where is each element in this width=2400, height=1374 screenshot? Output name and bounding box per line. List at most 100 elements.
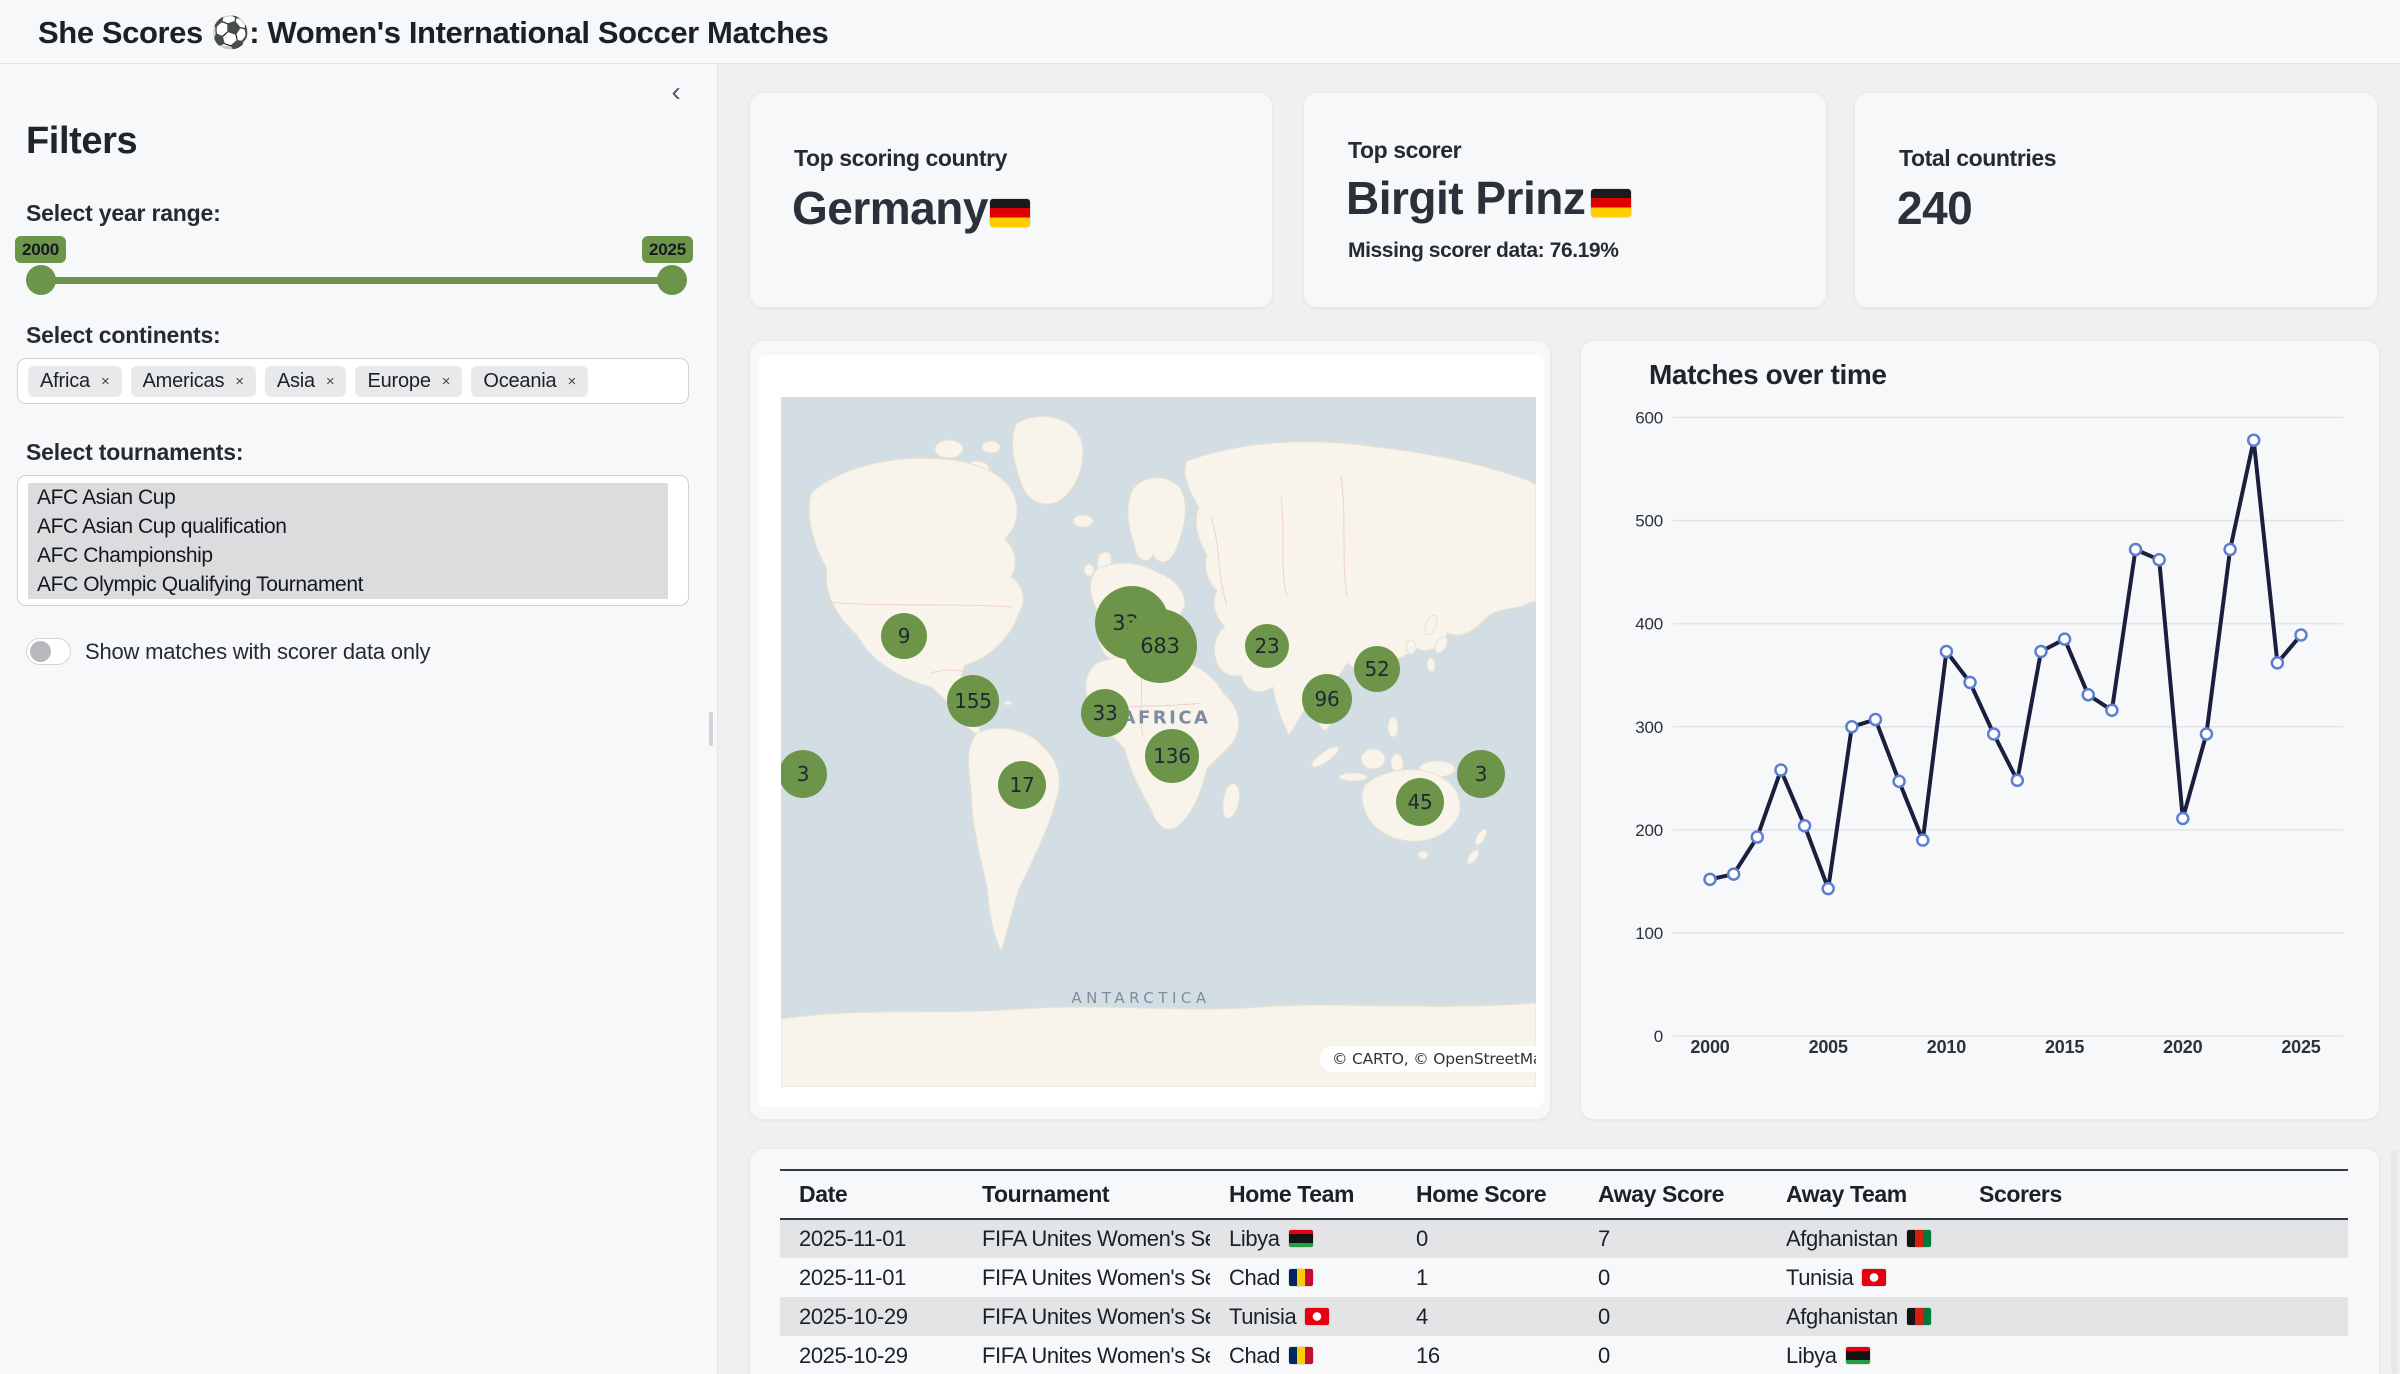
map-cluster-central-asia[interactable]: 23 — [1245, 624, 1289, 668]
cell-home-team: Libya — [1210, 1219, 1397, 1258]
world-map[interactable]: AFRICA ANTARCTICA 9155173333683331362396… — [781, 397, 1536, 1087]
sidebar-collapse-chevron-left-icon[interactable]: ‹ — [659, 76, 693, 110]
map-cluster-europe[interactable]: 683 — [1123, 609, 1197, 683]
cell-home-team: Tunisia — [1210, 1297, 1397, 1336]
matches-line-chart[interactable]: 0100200300400500600200020052010201520202… — [1581, 341, 2381, 1101]
remove-tag-icon[interactable]: × — [567, 373, 576, 390]
column-header-tournament: Tournament — [963, 1170, 1210, 1219]
metric-note: Missing scorer data: 76.19% — [1348, 239, 1619, 263]
page-title: She Scores ⚽: Women's International Socc… — [38, 14, 828, 51]
metric-label: Total countries — [1899, 145, 2056, 172]
year-range-label: Select year range: — [26, 200, 221, 227]
continent-tag-africa[interactable]: Africa × — [28, 366, 122, 397]
map-cluster-pacific-east[interactable]: 3 — [1457, 750, 1505, 798]
remove-tag-icon[interactable]: × — [326, 373, 335, 390]
svg-text:2000: 2000 — [1690, 1037, 1729, 1057]
svg-text:2015: 2015 — [2045, 1037, 2084, 1057]
metric-card-total-countries: Total countries 240 — [1854, 92, 2378, 308]
tournament-option[interactable]: AFC Olympic Qualifying Tournament — [28, 570, 668, 599]
remove-tag-icon[interactable]: × — [235, 373, 244, 390]
svg-text:2005: 2005 — [1809, 1037, 1848, 1057]
scorer-toggle-label: Show matches with scorer data only — [85, 639, 430, 665]
cell-home-score: 1 — [1397, 1258, 1579, 1297]
cell-away-score: 0 — [1579, 1258, 1767, 1297]
cell-home-team: Chad — [1210, 1336, 1397, 1374]
svg-text:400: 400 — [1635, 615, 1663, 634]
continent-tag-asia[interactable]: Asia× — [265, 366, 347, 397]
map-cluster-east-asia[interactable]: 52 — [1354, 646, 1400, 692]
germany-flag-icon — [990, 199, 1030, 227]
map-panel: AFRICA ANTARCTICA 9155173333683331362396… — [758, 355, 1544, 1107]
afghanistan-flag-icon — [1907, 1308, 1931, 1325]
app-header: She Scores ⚽: Women's International Socc… — [0, 0, 2400, 64]
cell-away-score: 0 — [1579, 1336, 1767, 1374]
map-cluster-north-america-west[interactable]: 9 — [881, 613, 927, 659]
tournaments-listbox[interactable]: AFC Asian CupAFC Asian Cup qualification… — [17, 475, 689, 606]
cell-date: 2025-10-29 — [780, 1297, 963, 1336]
continent-tag-americas[interactable]: Americas × — [131, 366, 256, 397]
cell-home-score: 4 — [1397, 1297, 1579, 1336]
filters-heading: Filters — [26, 120, 137, 163]
africa-map-label: AFRICA — [1122, 708, 1211, 729]
remove-tag-icon[interactable]: × — [101, 373, 110, 390]
remove-tag-icon[interactable]: × — [442, 373, 451, 390]
tunisia-flag-icon — [1305, 1308, 1329, 1325]
year-range-slider-track[interactable] — [28, 277, 676, 284]
map-card: AFRICA ANTARCTICA 9155173333683331362396… — [749, 340, 1551, 1120]
map-cluster-central-africa[interactable]: 136 — [1145, 729, 1199, 783]
column-header-home-score: Home Score — [1397, 1170, 1579, 1219]
tournament-option[interactable]: AFC Championship — [28, 541, 668, 570]
cell-tournament: FIFA Unites Women's Series — [963, 1219, 1210, 1258]
continent-tag-europe[interactable]: Europe × — [355, 366, 462, 397]
libya-flag-icon — [1289, 1230, 1313, 1247]
continent-tag-label: Europe — [367, 370, 430, 393]
continent-tag-label: Africa — [40, 370, 90, 393]
svg-text:2025: 2025 — [2281, 1037, 2320, 1057]
metric-value: Birgit Prinz — [1346, 171, 1631, 225]
continent-tag-label: Oceania — [483, 370, 556, 393]
svg-text:300: 300 — [1635, 718, 1663, 737]
map-attribution[interactable]: © CARTO, © OpenStreetMap contrib — [1320, 1046, 1536, 1072]
table-header-row: DateTournamentHome TeamHome ScoreAway Sc… — [780, 1170, 2348, 1219]
column-header-away-score: Away Score — [1579, 1170, 1767, 1219]
filters-sidebar: ‹ Filters Select year range: 2000 2025 S… — [0, 64, 718, 1374]
tournament-option[interactable]: AFC Asian Cup — [28, 483, 668, 512]
year-range-end-badge: 2025 — [642, 236, 693, 263]
cell-date: 2025-11-01 — [780, 1219, 963, 1258]
table-row: 2025-11-01FIFA Unites Women's SeriesChad… — [780, 1258, 2348, 1297]
table-row: 2025-10-29FIFA Unites Women's SeriesTuni… — [780, 1297, 2348, 1336]
scorer-data-toggle[interactable] — [26, 638, 71, 665]
page-scrollbar-thumb[interactable] — [2391, 1150, 2398, 1374]
year-range-slider-handle-min[interactable] — [26, 265, 56, 295]
chad-flag-icon — [1289, 1347, 1313, 1364]
metric-label: Top scoring country — [794, 145, 1007, 172]
tournament-option[interactable]: AFC Asian Cup qualification — [28, 512, 668, 541]
tournaments-label: Select tournaments: — [26, 439, 243, 466]
map-cluster-southeast-asia[interactable]: 96 — [1302, 674, 1352, 724]
cell-tournament: FIFA Unites Women's Series — [963, 1336, 1210, 1374]
cell-home-score: 16 — [1397, 1336, 1579, 1374]
map-cluster-south-america[interactable]: 17 — [998, 761, 1046, 809]
sidebar-scrollbar-thumb[interactable] — [709, 712, 713, 746]
map-cluster-pacific-west[interactable]: 3 — [781, 750, 827, 798]
metric-value: Germany — [792, 181, 1030, 235]
continents-multiselect[interactable]: Africa×Americas×Asia×Europe×Oceania× — [17, 358, 689, 404]
continent-tag-label: Americas — [143, 370, 225, 393]
svg-text:2020: 2020 — [2163, 1037, 2202, 1057]
antarctica-map-label: ANTARCTICA — [1071, 989, 1210, 1007]
cell-home-score: 0 — [1397, 1219, 1579, 1258]
continent-tag-oceania[interactable]: Oceania × — [471, 366, 588, 397]
map-cluster-australia[interactable]: 45 — [1396, 778, 1444, 826]
map-cluster-west-africa[interactable]: 33 — [1081, 689, 1129, 737]
metric-card-top-scorer: Top scorer Birgit Prinz Missing scorer d… — [1303, 92, 1827, 308]
cell-away-team: Tunisia — [1767, 1258, 1960, 1297]
cell-away-score: 7 — [1579, 1219, 1767, 1258]
cell-date: 2025-10-29 — [780, 1336, 963, 1374]
year-range-slider-handle-max[interactable] — [657, 265, 687, 295]
map-cluster-central-america[interactable]: 155 — [947, 675, 999, 727]
continents-label: Select continents: — [26, 322, 221, 349]
column-header-scorers: Scorers — [1960, 1170, 2348, 1219]
toggle-knob — [30, 641, 51, 662]
table-row: 2025-10-29FIFA Unites Women's SeriesChad… — [780, 1336, 2348, 1374]
svg-text:200: 200 — [1635, 821, 1663, 840]
